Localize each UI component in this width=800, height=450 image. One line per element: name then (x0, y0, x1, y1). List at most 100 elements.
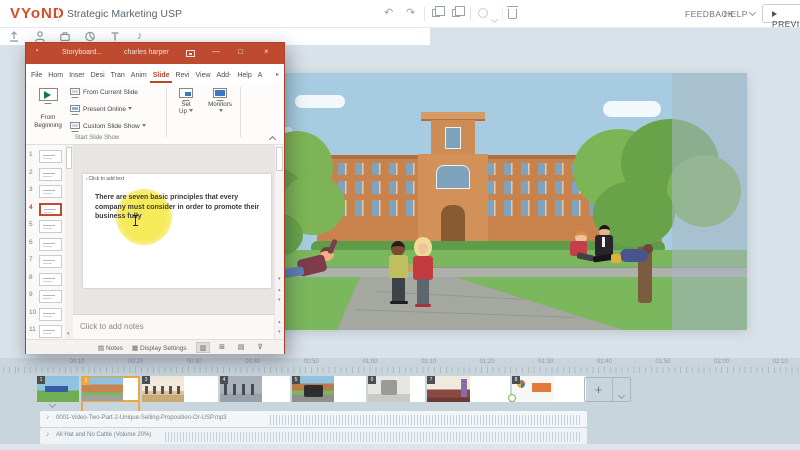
ppt-app-icon[interactable]: ▪ (36, 48, 38, 54)
slide-thumb[interactable] (39, 220, 62, 233)
character-standing-woman[interactable] (410, 237, 436, 309)
notes-scroll-up-icon[interactable]: ▴ (278, 319, 281, 325)
next-slide-icon[interactable]: ▾ (278, 297, 281, 303)
redo-icon[interactable]: ↷ (406, 6, 415, 21)
ppt-titlebar[interactable]: ▪ Storyboard... charles harper — □ × (26, 43, 284, 64)
slide-thumb[interactable] (39, 168, 62, 181)
previous-slide-icon[interactable]: ▴ (278, 287, 281, 293)
audio-track-music[interactable]: ♪ All Hat and No Cattle (Volume 20%) (40, 428, 587, 444)
scene-block-8[interactable]: 8 (512, 376, 586, 402)
scene-block-5[interactable]: 5 (292, 376, 366, 402)
slide-thumb[interactable] (39, 185, 62, 198)
scene-number-badge: 2 (82, 377, 90, 385)
slide-thumb[interactable] (39, 325, 62, 338)
ppt-statusbar: ▤ Notes ▦ Display Settings ▥ ⊞ ▤ ⊽ (26, 339, 284, 354)
ppt-display-icon[interactable] (186, 50, 195, 57)
scene-block-4[interactable]: 4 (220, 376, 290, 402)
slide-thumb[interactable] (39, 255, 62, 268)
present-online-button[interactable]: Present Online (70, 105, 132, 119)
add-scene-button[interactable]: + (585, 378, 613, 401)
notes-placeholder[interactable]: Click to add notes (80, 322, 144, 331)
video-canvas[interactable] (255, 73, 747, 330)
scene-block-2[interactable]: 2 (81, 376, 140, 402)
scene-marker[interactable] (508, 394, 516, 402)
ppt-minimize-button[interactable]: — (212, 47, 220, 56)
normal-view-button[interactable]: ▥ (196, 342, 210, 353)
avatar-dropdown-icon[interactable] (492, 11, 497, 29)
ruler-ticks (0, 367, 800, 373)
slide-thumb[interactable] (39, 290, 62, 303)
undo-icon[interactable]: ↶ (384, 6, 393, 21)
set-up-button[interactable]: SetUp (170, 86, 202, 138)
slide-thumb[interactable] (39, 150, 62, 163)
timeline[interactable]: 00:1000:2000:3000:4000:5001:0001:1001:20… (0, 358, 800, 450)
ppt-tab-add[interactable]: Add- (214, 68, 235, 83)
slide-number: 10 (29, 309, 36, 316)
monitor-globe-icon (70, 105, 80, 112)
slide-area-scrollbar[interactable]: ▾ ▴ ▾ ▴ ▾ (274, 145, 284, 339)
ppt-tab-view[interactable]: View (192, 68, 213, 83)
slide-thumb[interactable] (39, 238, 62, 251)
audio-track-label: All Hat and No Cattle (Volume 20%) (56, 432, 151, 438)
ppt-tab-help[interactable]: Help (234, 68, 254, 83)
ppt-maximize-button[interactable]: □ (238, 47, 243, 56)
project-title[interactable]: Strategic Marketing USP (67, 8, 182, 20)
scrollbar-thumb[interactable] (66, 147, 72, 169)
ppt-tab-tran[interactable]: Tran (108, 68, 128, 83)
ppt-tab-hom[interactable]: Hom (45, 68, 66, 83)
vyond-logo[interactable]: VYoND (10, 5, 65, 22)
slide-thumb[interactable] (39, 203, 62, 216)
preview-button[interactable]: PREVIEW (762, 4, 800, 23)
slide-text-placeholder[interactable]: Click to add text (86, 176, 124, 182)
ppt-tab-revi[interactable]: Revi (172, 68, 192, 83)
tab-scroll-arrow[interactable]: ▸ (276, 71, 279, 83)
ppt-tab-a[interactable]: A (255, 68, 266, 83)
ppt-tab-inser[interactable]: Inser (66, 68, 88, 83)
audio-track-voiceover[interactable]: ♪ 0001-Video-Two-Part-2-Unique-Selling-P… (40, 411, 587, 427)
scene-block-1[interactable]: 1 (37, 376, 79, 402)
powerpoint-window[interactable]: ▪ Storyboard... charles harper — □ × Fil… (25, 42, 285, 354)
ppt-tab-desi[interactable]: Desi (88, 68, 108, 83)
delete-icon[interactable] (508, 9, 517, 19)
scrollbar-thumb[interactable] (276, 147, 283, 171)
ppt-close-button[interactable]: × (264, 47, 269, 56)
ppt-tab-slide[interactable]: Slide (150, 68, 173, 83)
copy-icon[interactable] (432, 9, 440, 17)
character-lying-left[interactable] (280, 241, 342, 287)
slide-body-text[interactable]: There are seven basic principles that ev… (95, 193, 265, 222)
collapse-ribbon-button[interactable] (270, 131, 280, 141)
slide-thumb[interactable] (39, 273, 62, 286)
reading-view-button[interactable]: ▤ (234, 342, 248, 353)
display-settings-button[interactable]: ▦ Display Settings (132, 344, 187, 352)
notes-pane[interactable]: Click to add notes (73, 314, 274, 339)
character-lying-blue[interactable] (615, 243, 655, 267)
notes-toggle[interactable]: ▤ Notes (98, 344, 123, 352)
slideshow-view-button[interactable]: ⊽ (253, 342, 267, 353)
scene-block-6[interactable]: 6 (368, 376, 425, 402)
scene-block-3[interactable]: 3 (142, 376, 218, 402)
from-beginning-button[interactable]: FromBeginning (29, 86, 67, 138)
ruler-label-01-40: 01:40 (597, 359, 612, 365)
help-menu[interactable]: HELP (724, 9, 755, 19)
notes-scroll-down-icon[interactable]: ▾ (278, 329, 281, 335)
assign-avatar-icon[interactable] (478, 8, 488, 18)
from-current-slide-button[interactable]: From Current Slide (70, 88, 138, 102)
monitors-button[interactable]: Monitors (204, 86, 236, 138)
paste-icon[interactable] (452, 9, 460, 17)
custom-slide-show-button[interactable]: Custom Slide Show (70, 122, 146, 136)
character-standing-man[interactable] (388, 241, 410, 307)
slide-thumb[interactable] (39, 308, 62, 321)
slide-panel-scrollbar[interactable]: ▾ (65, 145, 73, 339)
slide-editing-area[interactable]: Click to add text There are seven basic … (73, 145, 274, 314)
upload-icon[interactable] (8, 30, 21, 43)
ppt-tab-file[interactable]: File (28, 68, 45, 83)
ppt-tab-anim[interactable]: Anim (128, 68, 150, 83)
ribbon-separator (166, 87, 167, 137)
slide-canvas[interactable]: Click to add text There are seven basic … (83, 174, 271, 288)
add-scene-dropdown[interactable] (613, 378, 630, 401)
scroll-down-icon[interactable]: ▾ (67, 331, 70, 337)
scene-block-7[interactable]: 7 (427, 376, 510, 402)
slide-sorter-view-button[interactable]: ⊞ (215, 342, 229, 353)
slide-text-line: company must consider in order to promot… (95, 203, 265, 213)
scroll-down-icon[interactable]: ▾ (278, 276, 281, 282)
